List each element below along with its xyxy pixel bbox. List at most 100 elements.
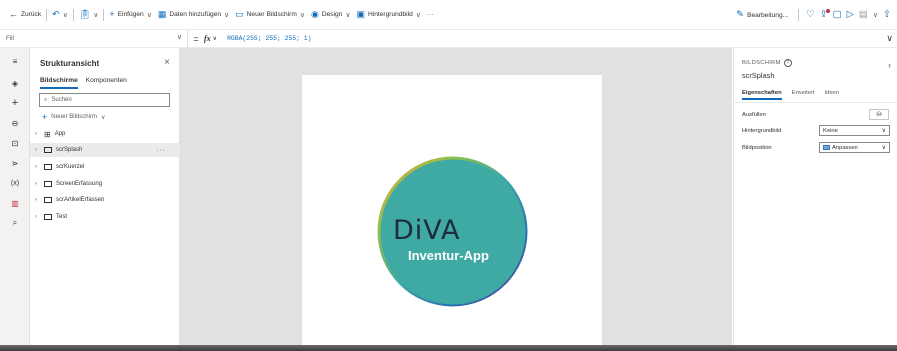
chevron-down-icon: ∨ — [62, 11, 68, 19]
chevron-down-icon: ∨ — [176, 33, 182, 41]
chevron-down-icon[interactable]: ∨ — [873, 11, 878, 19]
edit-button[interactable]: ✎ Bearbeitung... — [733, 5, 791, 25]
separator — [72, 8, 74, 21]
fill-label: Ausfüllen — [742, 112, 766, 118]
paste-icon: 📋︎ — [78, 9, 91, 19]
bottom-edge — [0, 345, 897, 351]
undo-button[interactable]: ↶ ∨ — [49, 5, 71, 25]
separator — [46, 8, 48, 21]
app-checker-icon[interactable]: ♡ — [806, 10, 815, 20]
add-data-button[interactable]: ▦ Daten hinzufügen ∨ — [155, 5, 232, 25]
power-automate-icon[interactable]: ⋗ — [8, 156, 22, 170]
chevron-down-icon: ∨ — [881, 128, 886, 134]
chevron-right-icon: › — [35, 147, 37, 153]
tab-components[interactable]: Komponenten — [86, 77, 127, 89]
save-icon[interactable]: ▤ — [859, 10, 868, 20]
new-screen-icon: ▭ — [235, 9, 244, 19]
expand-formula-icon[interactable]: ∨ — [886, 33, 893, 44]
paint-bucket-icon: ⛁ — [876, 112, 882, 118]
chevron-down-icon: ∨ — [299, 11, 305, 19]
screen-icon — [44, 147, 52, 153]
tab-advanced[interactable]: Erweitert — [792, 90, 815, 100]
tree-view-icon[interactable]: ◈ — [8, 76, 22, 90]
function-button[interactable]: fx ∨ — [204, 34, 217, 43]
new-screen-link[interactable]: + Neuer Bildschirm ∨ — [42, 112, 105, 122]
formula-bar: Fill ∨ = fx ∨ RGBA(255; 255; 255; 1) ∨ — [0, 29, 897, 48]
tree-item-scrsplash[interactable]: › scrSplash ··· — [30, 143, 180, 157]
chevron-down-icon: ∨ — [224, 11, 230, 19]
properties-tabs: Eigenschaften Erweitert Ideen — [742, 90, 839, 100]
tab-ideas[interactable]: Ideen — [825, 90, 840, 100]
tree-tabs: Bildschirme Komponenten — [40, 77, 127, 89]
paste-button[interactable]: 📋︎ ∨ — [76, 5, 102, 25]
insert-icon[interactable]: + — [8, 96, 22, 110]
tab-screens[interactable]: Bildschirme — [40, 77, 78, 89]
bg-image-dropdown[interactable]: Keine ∨ — [819, 125, 890, 136]
panel-title: Strukturansicht — [40, 59, 100, 68]
separator — [103, 8, 105, 21]
variables-icon[interactable]: (x) — [8, 176, 22, 190]
chevron-right-icon: › — [35, 197, 37, 203]
chevron-down-icon: ∨ — [100, 114, 106, 121]
data-icon[interactable]: ⊖ — [8, 116, 22, 130]
panel-kicker: BILDSCHIRM ? — [742, 59, 792, 67]
comment-icon[interactable]: ▢ — [833, 10, 842, 20]
image-position-label: Bildposition — [742, 145, 772, 151]
logo-subtitle: Inventur-App — [408, 248, 489, 263]
plus-icon: + — [109, 9, 115, 19]
chevron-right-icon: › — [35, 214, 37, 220]
formula-input[interactable]: RGBA(255; 255; 255; 1) — [227, 35, 311, 42]
new-screen-button[interactable]: ▭ Neuer Bildschirm ∨ — [232, 5, 308, 25]
image-icon: ▣ — [356, 9, 366, 19]
media-icon[interactable]: ⊡ — [8, 136, 22, 150]
search-input[interactable]: ⌕ Suchen — [39, 93, 170, 107]
back-arrow-icon: ← — [9, 9, 18, 19]
tree-item-scrkuerzel[interactable]: › scrKuerzel — [30, 160, 180, 174]
chevron-down-icon: ∨ — [881, 145, 886, 151]
screen-icon — [44, 164, 52, 170]
fill-color-button[interactable]: ⛁ — [869, 109, 889, 120]
tree-item-scrartikelerfassen[interactable]: › scrArtikelErfassen — [30, 193, 180, 207]
search-icon[interactable]: ⌕ — [8, 216, 22, 230]
tools-icon[interactable]: ▥ — [8, 196, 22, 210]
insert-button[interactable]: + Einfügen ∨ — [106, 5, 154, 25]
toolbar-right: ✎ Bearbeitung... ♡ ⇪ ▢ ▷ ▤ ∨ ⇧ — [733, 5, 891, 25]
image-position-dropdown[interactable]: Anpassen ∨ — [819, 142, 890, 153]
chevron-right-icon[interactable]: › — [888, 60, 891, 70]
undo-icon: ↶ — [52, 9, 60, 19]
screen-name: scrSplash — [742, 71, 775, 80]
more-options-button[interactable]: ··· — [156, 147, 166, 154]
publish-icon[interactable]: ⇧ — [883, 10, 891, 20]
chevron-right-icon: › — [35, 181, 37, 187]
back-button[interactable]: ← Zurück — [6, 5, 44, 25]
menu-icon[interactable]: ≡ — [8, 54, 22, 68]
share-icon[interactable]: ⇪ — [820, 9, 830, 20]
pencil-icon: ✎ — [736, 9, 745, 21]
play-icon[interactable]: ▷ — [847, 10, 854, 20]
separator — [798, 9, 800, 21]
command-bar: ← Zurück ↶ ∨ 📋︎ ∨ + Einfügen ∨ ▦ Daten h… — [0, 0, 897, 30]
properties-panel: BILDSCHIRM ? scrSplash › Eigenschaften E… — [733, 48, 897, 345]
diva-logo[interactable]: DiVA Inventur-App — [376, 155, 529, 308]
equals-icon: = — [193, 33, 199, 44]
background-image-button[interactable]: ▣ Hintergrundbild ∨ — [354, 5, 424, 25]
tree-item-app[interactable]: › ⊞ App — [30, 127, 180, 141]
left-rail: ≡ ◈ + ⊖ ⊡ ⋗ (x) ▥ ⌕ — [0, 48, 30, 345]
plus-icon: + — [42, 112, 48, 122]
help-icon[interactable]: ? — [783, 59, 792, 67]
close-icon[interactable]: × — [164, 57, 170, 68]
tree-item-test[interactable]: › Test — [30, 210, 180, 224]
screen-icon — [44, 197, 52, 203]
property-dropdown[interactable]: Fill ∨ — [0, 29, 188, 48]
app-icon: ⊞ — [44, 129, 51, 139]
chevron-right-icon: › — [35, 131, 37, 137]
more-button[interactable]: ··· — [424, 5, 437, 25]
screen-icon — [44, 214, 52, 220]
image-icon — [823, 145, 830, 150]
tree-item-screenerfassung[interactable]: › ScreenErfassung — [30, 177, 180, 191]
chevron-down-icon: ∨ — [345, 11, 351, 19]
design-button[interactable]: ◉ Design ∨ — [308, 5, 354, 25]
search-icon: ⌕ — [44, 96, 48, 103]
logo-text: DiVA — [393, 215, 461, 246]
tab-properties[interactable]: Eigenschaften — [742, 90, 782, 100]
